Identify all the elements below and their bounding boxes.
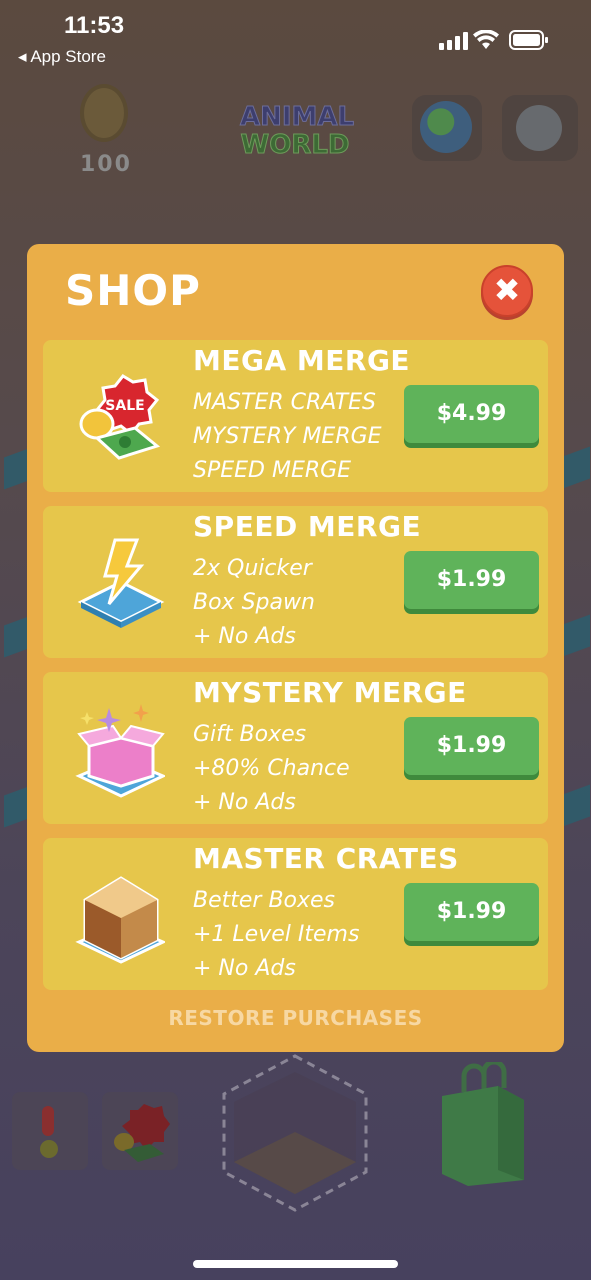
close-button[interactable]: ✖ xyxy=(481,265,533,317)
signal-icon xyxy=(439,32,468,50)
home-indicator[interactable] xyxy=(193,1260,398,1268)
alert-button[interactable] xyxy=(12,1092,88,1170)
item-name: MASTER CRATES xyxy=(193,842,459,875)
item-feature: Box Spawn xyxy=(193,590,315,615)
item-feature: + No Ads xyxy=(193,790,296,815)
shop-item-mystery-merge: MYSTERY MERGE Gift Boxes +80% Chance + N… xyxy=(43,672,548,824)
settings-button[interactable] xyxy=(502,95,578,161)
item-feature: Gift Boxes xyxy=(193,722,307,747)
shop-modal: SHOP ✖ SALE MEGA MERGE MASTER CRATES MYS… xyxy=(27,244,564,1052)
buy-button-mega-merge[interactable]: $4.99 xyxy=(404,385,539,443)
background-tile xyxy=(560,784,590,828)
svg-text:SALE: SALE xyxy=(105,398,144,414)
lightning-icon xyxy=(77,538,165,628)
gift-box-icon xyxy=(75,704,165,798)
shop-title: SHOP xyxy=(65,266,201,315)
status-time: 11:53 xyxy=(64,12,125,39)
item-name: MYSTERY MERGE xyxy=(193,676,467,709)
logo-line-2: WORLD xyxy=(240,130,350,160)
item-feature: Better Boxes xyxy=(193,888,336,913)
sale-icon xyxy=(114,1104,170,1162)
item-feature: 2x Quicker xyxy=(193,556,312,581)
wifi-icon xyxy=(473,30,499,49)
item-feature: + No Ads xyxy=(193,956,296,981)
game-logo: ANIMAL WORLD xyxy=(240,102,355,160)
buy-button-mystery-merge[interactable]: $1.99 xyxy=(404,717,539,775)
sale-money-icon: SALE xyxy=(79,374,161,460)
crate-icon xyxy=(75,876,165,964)
item-feature: SPEED MERGE xyxy=(193,458,352,483)
back-to-app-store-link[interactable]: ◂ App Store xyxy=(18,47,106,67)
status-bar: 11:53 ◂ App Store xyxy=(0,0,591,80)
globe-button[interactable] xyxy=(412,95,482,161)
shop-button[interactable] xyxy=(102,1092,178,1170)
shop-item-mega-merge: SALE MEGA MERGE MASTER CRATES MYSTERY ME… xyxy=(43,340,548,492)
buy-button-master-crates[interactable]: $1.99 xyxy=(404,883,539,941)
logo-line-1: ANIMAL xyxy=(240,102,355,132)
background-tile xyxy=(560,614,590,658)
shop-item-speed-merge: SPEED MERGE 2x Quicker Box Spawn + No Ad… xyxy=(43,506,548,658)
item-feature: MASTER CRATES xyxy=(193,390,377,415)
battery-icon xyxy=(509,30,548,50)
close-icon: ✖ xyxy=(493,271,521,309)
coin-count: 100 xyxy=(80,152,132,177)
shopping-bag-icon[interactable] xyxy=(440,1062,526,1186)
item-name: MEGA MERGE xyxy=(193,344,411,377)
coin-icon xyxy=(80,84,128,142)
shop-item-master-crates: MASTER CRATES Better Boxes +1 Level Item… xyxy=(43,838,548,990)
merge-crate-slot[interactable] xyxy=(220,1052,370,1214)
globe-icon xyxy=(420,101,472,153)
item-feature: + No Ads xyxy=(193,624,296,649)
background-tile xyxy=(560,446,590,490)
item-feature: +80% Chance xyxy=(193,756,350,781)
buy-button-speed-merge[interactable]: $1.99 xyxy=(404,551,539,609)
item-feature: MYSTERY MERGE xyxy=(193,424,382,449)
gear-icon xyxy=(516,105,562,151)
item-name: SPEED MERGE xyxy=(193,510,422,543)
restore-purchases-link[interactable]: RESTORE PURCHASES xyxy=(27,1006,564,1030)
item-feature: +1 Level Items xyxy=(193,922,360,947)
